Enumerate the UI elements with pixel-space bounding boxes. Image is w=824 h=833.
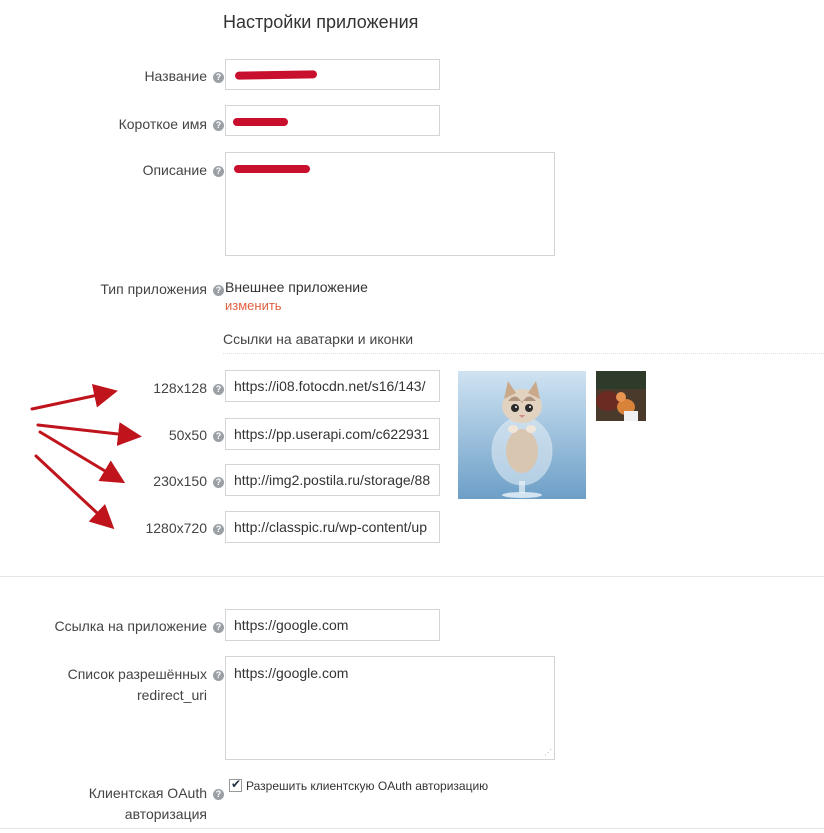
- redaction-mark: [233, 118, 288, 126]
- oauth-checkbox-label[interactable]: Разрешить клиентскую OAuth авторизацию: [246, 779, 488, 793]
- checkmark-icon: ✔: [231, 777, 242, 791]
- resize-handle-icon[interactable]: ⋰: [544, 749, 552, 757]
- redirect-label-line1: Список разрешённых?: [68, 664, 224, 685]
- apptype-label-text: Тип приложения: [100, 281, 207, 297]
- icon-url-128-field[interactable]: https://i08.fotocdn.net/s16/143/: [225, 370, 440, 402]
- redirect-label-line2: redirect_uri: [136, 687, 207, 703]
- oauth-checkbox[interactable]: ✔: [229, 777, 242, 792]
- description-field[interactable]: [225, 152, 555, 256]
- apptype-label: Тип приложения?: [100, 281, 224, 297]
- help-icon[interactable]: ?: [213, 384, 224, 395]
- section-separator: [0, 576, 824, 577]
- help-icon[interactable]: ?: [213, 524, 224, 535]
- avatar-preview-large: [458, 371, 586, 499]
- redaction-mark: [234, 70, 318, 80]
- help-icon[interactable]: ?: [213, 120, 224, 131]
- help-icon[interactable]: ?: [213, 477, 224, 488]
- oauth-label: Клиентская OAuth? авторизация: [89, 783, 224, 825]
- help-icon[interactable]: ?: [213, 72, 224, 83]
- avatar-preview-small: [596, 371, 646, 421]
- redirect-uri-field[interactable]: https://google.com ⋰: [225, 656, 555, 760]
- shortname-label-text: Короткое имя: [118, 116, 207, 132]
- bottom-separator: [0, 828, 824, 829]
- annotation-arrows: [30, 384, 142, 530]
- icon-url-230-field[interactable]: http://img2.postila.ru/storage/88: [225, 464, 440, 496]
- help-icon[interactable]: ?: [213, 285, 224, 296]
- section-divider: [223, 353, 824, 354]
- help-icon[interactable]: ?: [213, 670, 224, 681]
- help-icon[interactable]: ?: [213, 166, 224, 177]
- description-label: Описание?: [143, 162, 224, 178]
- redaction-mark: [234, 165, 310, 173]
- page-title: Настройки приложения: [223, 12, 419, 32]
- oauth-label-line2: авторизация: [124, 806, 207, 822]
- redirect-uri-value: https://google.com: [234, 665, 349, 681]
- help-icon[interactable]: ?: [213, 622, 224, 633]
- shortname-label: Короткое имя?: [119, 116, 224, 132]
- shortname-field[interactable]: [225, 105, 440, 136]
- name-field[interactable]: [225, 59, 440, 90]
- oauth-label-text1: Клиентская OAuth: [88, 785, 207, 801]
- icons-section-title: Ссылки на аватарки и иконки: [223, 331, 414, 347]
- name-label: Название?: [144, 68, 224, 84]
- help-icon[interactable]: ?: [213, 431, 224, 442]
- redirect-label-text1: Список разрешённых: [67, 666, 207, 682]
- apptype-change-link[interactable]: изменить: [225, 298, 282, 313]
- help-icon[interactable]: ?: [213, 789, 224, 800]
- app-link-label: Ссылка на приложение?: [54, 618, 224, 634]
- description-label-text: Описание: [142, 162, 207, 178]
- icon-url-50-field[interactable]: https://pp.userapi.com/c622931: [225, 418, 440, 450]
- icon-url-1280-field[interactable]: http://classpic.ru/wp-content/up: [225, 511, 440, 543]
- redirect-label: Список разрешённых? redirect_uri: [68, 664, 224, 706]
- app-link-field[interactable]: https://google.com: [225, 609, 440, 641]
- apptype-value: Внешнее приложение: [225, 279, 368, 295]
- app-link-label-text: Ссылка на приложение: [54, 618, 208, 634]
- name-label-text: Название: [144, 68, 207, 84]
- oauth-label-line1: Клиентская OAuth?: [89, 783, 224, 804]
